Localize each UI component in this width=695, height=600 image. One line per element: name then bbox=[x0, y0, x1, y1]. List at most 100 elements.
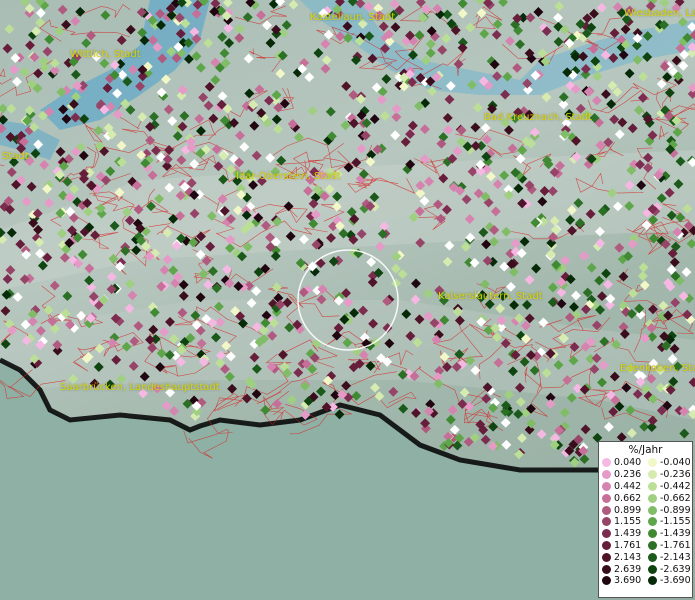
legend-value: -2.143 bbox=[660, 551, 691, 563]
data-point bbox=[234, 33, 245, 43]
data-point bbox=[457, 8, 468, 19]
legend-swatch bbox=[648, 493, 657, 503]
data-point bbox=[70, 69, 81, 80]
data-point bbox=[19, 67, 30, 78]
data-point bbox=[449, 424, 460, 435]
data-point bbox=[658, 300, 669, 311]
legend-value: -0.236 bbox=[660, 469, 691, 481]
data-point bbox=[341, 81, 352, 92]
legend-value: -1.761 bbox=[660, 539, 691, 551]
data-point bbox=[495, 303, 506, 314]
data-point bbox=[159, 265, 170, 276]
legend-title: %/Jahr bbox=[628, 444, 663, 456]
legend-value: -0.442 bbox=[660, 480, 691, 492]
data-point bbox=[2, 43, 13, 54]
legend-entry: 1.761 bbox=[599, 540, 645, 551]
data-point bbox=[288, 0, 299, 10]
data-point bbox=[381, 74, 392, 84]
data-point bbox=[251, 286, 262, 297]
legend-row: 0.899 -0.899 bbox=[599, 504, 692, 516]
place-label-saarbruecken: Saarbrücken, Landeshauptstadt bbox=[60, 382, 220, 393]
data-point bbox=[407, 120, 418, 131]
data-point bbox=[367, 277, 378, 288]
data-point bbox=[217, 91, 228, 102]
legend-value: 1.439 bbox=[614, 528, 642, 540]
data-point bbox=[388, 386, 399, 397]
data-point bbox=[271, 282, 282, 293]
data-point bbox=[251, 389, 262, 399]
data-point bbox=[547, 297, 558, 308]
data-point bbox=[179, 110, 190, 121]
map-canvas[interactable]: Kastellaun, Stadt Wiesbaden, La Wittlich… bbox=[0, 0, 695, 600]
legend-value: -0.899 bbox=[660, 504, 691, 516]
data-point bbox=[554, 1, 565, 12]
data-point bbox=[488, 421, 499, 432]
data-point bbox=[670, 297, 681, 308]
data-point bbox=[500, 417, 511, 428]
data-point bbox=[671, 55, 682, 66]
legend-row: 1.761 -1.761 bbox=[599, 540, 692, 552]
data-point bbox=[4, 24, 15, 35]
data-point bbox=[380, 111, 390, 121]
data-point bbox=[6, 103, 17, 114]
data-point bbox=[293, 132, 304, 143]
legend-swatch bbox=[602, 470, 611, 480]
legend-entry: 3.690 bbox=[599, 575, 645, 586]
data-point bbox=[470, 122, 481, 133]
data-point bbox=[596, 2, 607, 13]
legend-entry: 1.439 bbox=[599, 528, 645, 539]
data-point bbox=[647, 415, 658, 426]
data-point bbox=[203, 38, 214, 49]
data-point bbox=[459, 387, 470, 398]
data-point bbox=[208, 266, 218, 277]
place-label-wittlich: Wittlich, Stadt bbox=[70, 49, 141, 60]
data-point bbox=[249, 120, 260, 131]
data-point bbox=[679, 428, 690, 439]
legend-entry: -1.439 bbox=[645, 528, 691, 539]
data-point bbox=[513, 409, 524, 420]
place-label-kastellaun: Kastellaun, Stadt bbox=[310, 12, 396, 23]
data-point bbox=[678, 60, 689, 71]
data-point bbox=[239, 141, 250, 152]
legend-swatch bbox=[648, 481, 657, 491]
data-point bbox=[218, 150, 229, 161]
data-point bbox=[270, 251, 281, 262]
data-point bbox=[273, 124, 284, 135]
legend-swatch bbox=[602, 576, 611, 586]
legend-swatch bbox=[648, 552, 657, 562]
data-point bbox=[70, 16, 81, 27]
legend-value: -0.040 bbox=[660, 457, 691, 469]
data-point bbox=[547, 282, 558, 293]
data-point bbox=[524, 274, 535, 285]
data-point bbox=[57, 4, 68, 15]
data-point bbox=[271, 114, 282, 125]
data-point bbox=[211, 144, 222, 155]
data-point bbox=[26, 181, 37, 192]
legend-swatch bbox=[648, 470, 657, 480]
data-point bbox=[147, 170, 158, 181]
data-point bbox=[605, 293, 616, 304]
legend-value: 0.236 bbox=[614, 469, 642, 481]
legend-value: 2.639 bbox=[614, 563, 642, 575]
legend-entry: -3.690 bbox=[645, 575, 691, 586]
data-point bbox=[545, 398, 556, 409]
data-point bbox=[42, 46, 53, 57]
data-point bbox=[390, 130, 401, 141]
legend-entry: -0.040 bbox=[645, 457, 691, 468]
data-point bbox=[480, 434, 491, 445]
data-point bbox=[595, 140, 606, 151]
legend-value: 0.899 bbox=[614, 504, 642, 516]
legend-swatch bbox=[648, 529, 657, 539]
data-point bbox=[525, 12, 536, 23]
legend-entry: 2.143 bbox=[599, 552, 645, 563]
data-point bbox=[390, 263, 401, 274]
data-point bbox=[541, 92, 552, 103]
data-point bbox=[204, 81, 215, 92]
data-point bbox=[597, 291, 607, 302]
border-line bbox=[659, 125, 669, 140]
data-point bbox=[456, 125, 467, 136]
border-line bbox=[0, 68, 13, 85]
data-point bbox=[35, 17, 45, 28]
data-point bbox=[222, 0, 233, 8]
legend-row: 0.442 -0.442 bbox=[599, 481, 692, 493]
